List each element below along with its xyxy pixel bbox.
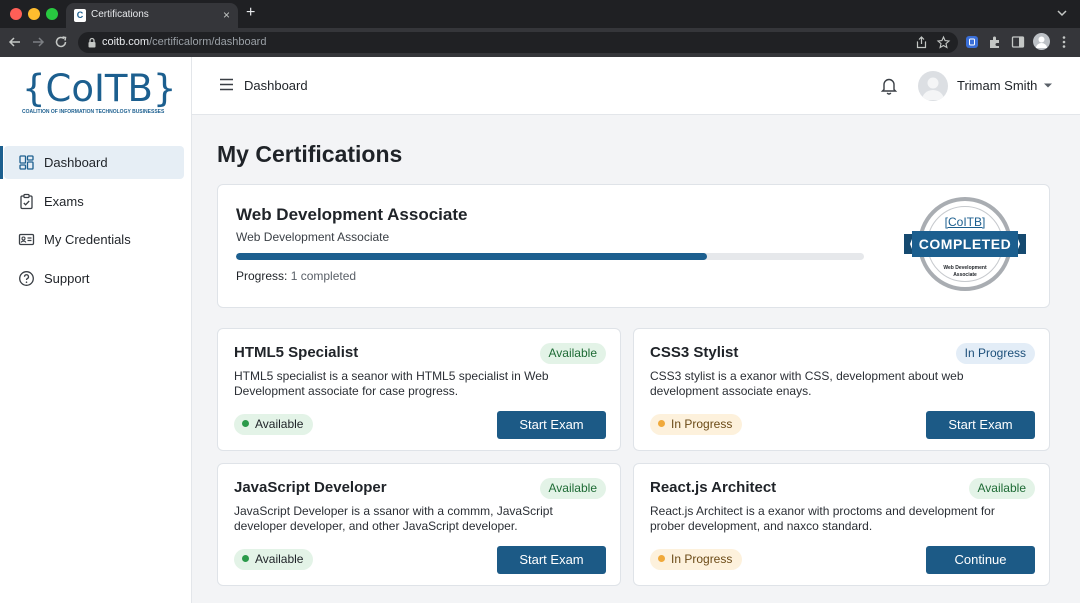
status-dot-icon [242,420,249,427]
start-exam-button[interactable]: Start Exam [497,411,606,439]
progress-text: Progress: 1 completed [236,269,356,283]
browser-toolbar: coitb.com/certificalorm/dashboard [0,28,1080,57]
sidebar-item-label: Dashboard [44,155,108,170]
person-icon [1036,36,1047,48]
browser-menu-icon[interactable] [1056,34,1072,50]
progress-value: 1 completed [290,269,357,283]
coitb-logo[interactable]: {CoITB} COALITION OF INFORMATION TECHNOL… [22,69,182,119]
cert-title: CSS3 Stylist [650,344,739,361]
cert-description: JavaScript Developer is a ssanor with a … [234,504,553,533]
help-circle-icon [19,271,34,286]
tab-close-icon[interactable]: × [223,7,230,23]
lock-icon [88,37,96,48]
start-exam-button[interactable]: Start Exam [926,411,1035,439]
continue-button[interactable]: Continue [926,546,1035,574]
browser-tab[interactable]: C Certifications × [66,3,238,28]
top-bar: Dashboard Trimam Smith [192,57,1080,115]
certification-card-html5[interactable]: HTML5 Specialist Available HTML5 special… [217,328,621,451]
dashboard-grid-icon [19,155,34,170]
favicon-icon: C [74,9,86,22]
extension-shield-icon[interactable] [964,34,980,50]
url-path: /certificalorm/dashboard [149,36,267,48]
cert-title: HTML5 Specialist [234,344,359,361]
sidebar-item-dashboard[interactable]: Dashboard [0,146,184,179]
certification-card-reactjs[interactable]: React.js Architect Available React.js Ar… [633,463,1050,586]
page-title: My Certifications [217,141,403,167]
tab-title: Certifications [91,9,149,20]
url-text: coitb.com/certificalorm/dashboard [102,36,266,48]
cert-status-badge: In Progress [650,549,743,570]
id-card-icon [18,233,35,246]
chevron-down-icon[interactable] [1043,82,1053,89]
app: {CoITB} COALITION OF INFORMATION TECHNOL… [0,57,1080,603]
sidebar: {CoITB} COALITION OF INFORMATION TECHNOL… [0,57,192,603]
back-arrow-icon[interactable] [6,33,24,51]
progress-bar-fill [236,253,707,260]
featured-subtitle: Web Development Associate [236,230,390,244]
cert-tag-badge: Available [539,478,606,499]
sidebar-item-label: My Credentials [44,232,131,247]
clipboard-icon [20,193,33,210]
sidebar-item-label: Exams [44,194,84,209]
cert-status-badge: In Progress [650,414,743,435]
sidebar-item-support[interactable]: Support [4,262,184,295]
window-close-button[interactable] [10,8,22,20]
cert-status-text: In Progress [671,417,733,431]
completed-seal-badge: [CoITB] COMPLETED Web Development Associ… [898,195,1032,297]
featured-certification-card[interactable]: Web Development Associate Web Developmen… [217,184,1050,308]
bookmark-star-icon[interactable] [936,35,951,50]
forward-arrow-icon[interactable] [29,33,47,51]
notification-bell-icon[interactable] [880,76,898,95]
cert-tag-badge: Available [539,343,606,364]
start-exam-button[interactable]: Start Exam [497,546,606,574]
side-panel-icon[interactable] [1010,34,1026,50]
certification-card-javascript[interactable]: JavaScript Developer Available JavaScrip… [217,463,621,586]
progress-bar [236,253,864,260]
sidebar-item-my-credentials[interactable]: My Credentials [4,223,184,256]
status-dot-icon [658,555,665,562]
cert-tag-badge: In Progress [955,343,1035,364]
puzzle-extensions-icon[interactable] [987,34,1003,50]
progress-label: Progress: [236,269,288,283]
seal-logo: [CoITB] [944,215,986,229]
cert-status-badge: Available [234,549,314,570]
featured-title: Web Development Associate [236,205,468,224]
window-maximize-button[interactable] [46,8,58,20]
window-minimize-button[interactable] [28,8,40,20]
cert-status-text: Available [255,552,304,566]
sidebar-item-exams[interactable]: Exams [4,185,184,218]
sidebar-item-label: Support [44,271,90,286]
address-bar[interactable]: coitb.com/certificalorm/dashboard [78,32,958,53]
share-icon[interactable] [914,35,929,50]
logo-wordmark: {CoITB} [22,67,177,110]
browser-profile-avatar[interactable] [1033,33,1050,50]
browser-tab-bar: C Certifications × + [0,0,1080,28]
cert-title: React.js Architect [650,479,777,496]
cert-title: JavaScript Developer [234,479,387,496]
hamburger-menu-icon[interactable] [219,78,234,91]
user-avatar[interactable] [918,71,948,101]
url-host: coitb.com [102,36,150,48]
cert-status-badge: Available [234,414,314,435]
seal-caption: Web Development Associate [943,265,987,278]
cert-status-text: In Progress [671,552,733,566]
new-tab-button[interactable]: + [246,4,255,22]
cert-description: CSS3 stylist is a exanor with CSS, devel… [650,369,964,398]
cert-description: HTML5 specialist is a seanor with HTML5 … [234,369,549,398]
cert-status-text: Available [255,417,304,431]
reload-icon[interactable] [52,33,70,51]
seal-label: COMPLETED [918,236,1012,252]
status-dot-icon [658,420,665,427]
cert-tag-badge: Available [968,478,1035,499]
status-dot-icon [242,555,249,562]
chevron-down-icon[interactable] [1056,7,1068,19]
certification-card-css3[interactable]: CSS3 Stylist In Progress CSS3 stylist is… [633,328,1050,451]
user-name[interactable]: Trimam Smith [957,78,1037,93]
main-content: My Certifications Web Development Associ… [192,115,1080,603]
cert-description: React.js Architect is a exanor with proc… [650,504,995,533]
topbar-title: Dashboard [244,78,308,93]
person-icon [922,77,944,100]
logo-tagline: COALITION OF INFORMATION TECHNOLOGY BUSI… [22,109,165,115]
